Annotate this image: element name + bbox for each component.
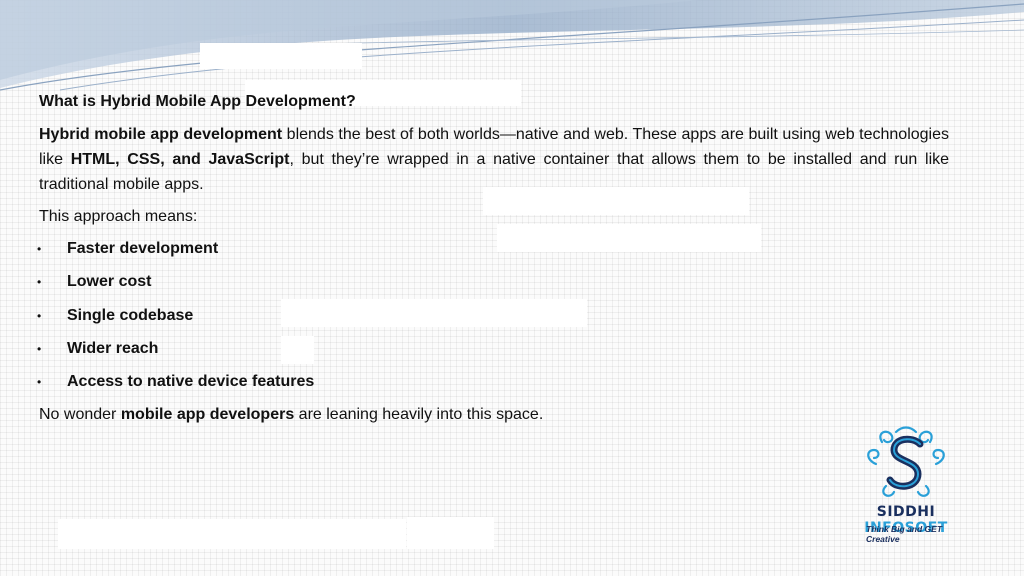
logo-tagline: Think Big and GET Creative xyxy=(866,524,943,544)
list-item: • Access to native device features xyxy=(37,370,949,403)
closing-text-pre: No wonder xyxy=(39,406,121,424)
list-item-label: Lower cost xyxy=(67,273,152,291)
logo-name-part1: SIDDHI xyxy=(876,504,936,520)
list-item: • Lower cost xyxy=(37,270,949,303)
description-paragraph: Hybrid mobile app development blends the… xyxy=(39,122,949,197)
benefits-list: • Faster development • Lower cost • Single … xyxy=(37,237,949,403)
white-patch xyxy=(407,517,494,549)
ornate-s-logo-icon xyxy=(867,426,945,497)
list-item: • Faster development xyxy=(37,237,949,270)
closing-text: No wonder mobile app developers are lean… xyxy=(39,403,949,427)
bold-tech-list: HTML, CSS, and JavaScript xyxy=(70,151,290,168)
bullet-icon: • xyxy=(37,308,42,323)
list-item-label: Access to native device features xyxy=(67,373,315,391)
white-patch xyxy=(58,519,406,549)
slide-content: What is Hybrid Mobile App Development? H… xyxy=(37,90,949,443)
closing-bold-term: mobile app developers xyxy=(120,406,295,424)
list-item: • Single codebase xyxy=(37,304,949,337)
list-item-label: Single codebase xyxy=(67,306,194,324)
list-item-label: Faster development xyxy=(67,240,219,257)
bullet-icon: • xyxy=(37,375,42,390)
intro-text: This approach means: xyxy=(39,208,198,225)
closing-text-post: are leaning heavily into this space. xyxy=(294,406,544,424)
slide-heading: What is Hybrid Mobile App Development? xyxy=(39,93,356,110)
white-patch xyxy=(200,43,362,69)
company-logo: SIDDHI INFOSOFT Think Big and GET Creati… xyxy=(836,424,976,544)
list-item: • Wider reach xyxy=(37,337,949,370)
bold-term: Hybrid mobile app development xyxy=(39,126,283,143)
bullet-icon: • xyxy=(37,275,42,290)
bullet-icon: • xyxy=(37,341,42,356)
list-item-label: Wider reach xyxy=(67,339,159,357)
bullet-icon: • xyxy=(37,242,42,256)
